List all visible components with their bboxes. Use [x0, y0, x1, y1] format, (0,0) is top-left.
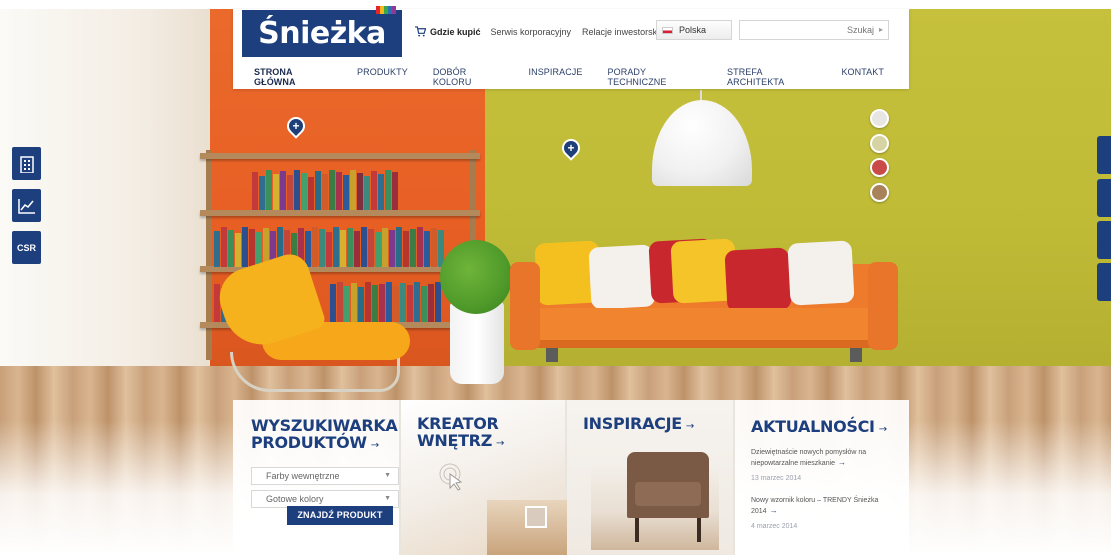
books-row: [214, 225, 444, 267]
sofa-arm: [868, 262, 898, 350]
white-wall: [0, 0, 210, 372]
search-input[interactable]: [739, 20, 889, 40]
product-search-tile: WYSZUKIWARKA PRODUKTÓW → Farby wewnętrzne…: [233, 400, 401, 555]
armchair-photo: [627, 452, 709, 518]
news-item-date: 13 marzec 2014: [751, 475, 802, 482]
where-to-buy-link[interactable]: Gdzie kupić: [415, 26, 481, 37]
arrow-right-icon: →: [878, 424, 887, 435]
product-search-title[interactable]: WYSZUKIWARKA PRODUKTÓW →: [251, 417, 399, 454]
interior-creator-tile[interactable]: KREATOR WNĘTRZ →: [401, 400, 567, 555]
color-swatch[interactable]: [870, 134, 889, 153]
youtube-icon[interactable]: [1097, 179, 1111, 217]
news-item-date: 4 marzec 2014: [751, 523, 798, 530]
color-swatch[interactable]: [870, 109, 889, 128]
where-to-buy-label: Gdzie kupić: [430, 26, 481, 37]
catalog-icon[interactable]: [1097, 263, 1111, 301]
news-item-text: Dziewiętnaście nowych pomysłów na niepow…: [751, 449, 867, 467]
pinterest-icon[interactable]: [1097, 221, 1111, 259]
logo-text: Śnieżka: [258, 16, 386, 51]
color-swatch[interactable]: [870, 183, 889, 202]
click-hand-icon: [439, 463, 463, 491]
sofa-leg: [546, 348, 558, 362]
main-nav: STRONA GŁÓWNA PRODUKTY DOBÓR KOLORU INSP…: [254, 67, 909, 87]
feature-tiles: WYSZUKIWARKA PRODUKTÓW → Farby wewnętrzne…: [233, 400, 909, 555]
plant-pot: [450, 302, 504, 384]
arrow-right-icon: →: [685, 421, 694, 432]
chevron-down-icon: ▼: [384, 472, 391, 479]
pillow: [588, 244, 656, 310]
corporate-service-link[interactable]: Serwis korporacyjny: [491, 27, 572, 37]
nav-item-products[interactable]: PRODUKTY: [357, 67, 408, 87]
product-type-select[interactable]: Farby wewnętrzne ▼: [251, 467, 399, 485]
poland-flag-icon: [662, 26, 673, 34]
top-strip: [0, 0, 1111, 9]
interior-creator-title: KREATOR WNĘTRZ →: [417, 414, 505, 450]
arrow-right-icon: →: [838, 458, 847, 467]
plant: [440, 240, 512, 314]
investor-relations-link[interactable]: Relacje inwestorskie: [582, 27, 664, 37]
chevron-down-icon: ▼: [384, 495, 391, 502]
sofa-leg: [850, 348, 862, 362]
site-header: Śnieżka Gdzie kupić Serwis korporacyjny …: [233, 6, 909, 89]
find-product-button[interactable]: ZNAJDŹ PRODUKT: [287, 506, 393, 525]
pillow: [724, 247, 792, 313]
nav-item-color-selection[interactable]: DOBÓR KOLORU: [433, 67, 504, 87]
news-title[interactable]: AKTUALNOŚCI →: [751, 418, 909, 438]
snieżka-logo[interactable]: Śnieżka: [242, 6, 402, 57]
books-row: [252, 168, 398, 210]
shelf-board: [200, 210, 480, 216]
shelf-post: [206, 150, 212, 360]
news-tile: AKTUALNOŚCI → Dziewiętnaście nowych pomys…: [735, 400, 909, 555]
nav-item-inspirations[interactable]: INSPIRACJE: [529, 67, 583, 87]
nav-item-technical-advice[interactable]: PORADY TECHNICZNE: [608, 67, 702, 87]
shelf-board: [200, 153, 480, 159]
search-arrow-icon[interactable]: ▸: [879, 25, 883, 34]
nav-item-contact[interactable]: KONTAKT: [841, 67, 884, 87]
language-label: Polska: [679, 25, 707, 35]
chair-leg: [697, 518, 701, 542]
chair-leg: [635, 518, 639, 542]
inspirations-title: INSPIRACJE →: [583, 414, 694, 433]
language-select[interactable]: Polska: [656, 20, 732, 40]
arrow-right-icon: →: [370, 440, 379, 451]
inspirations-tile[interactable]: INSPIRACJE →: [567, 400, 735, 555]
top-links: Gdzie kupić Serwis korporacyjny Relacje …: [415, 26, 675, 37]
nav-item-architect-zone[interactable]: STREFA ARCHITEKTA: [727, 67, 816, 87]
cart-icon: [415, 26, 426, 37]
nav-item-home[interactable]: STRONA GŁÓWNA: [254, 67, 332, 87]
news-item[interactable]: Nowy wzornik koloru – TRENDY Śnieżka 201…: [751, 496, 881, 532]
sofa-seat: [515, 308, 893, 348]
news-item[interactable]: Dziewiętnaście nowych pomysłów na niepow…: [751, 448, 881, 484]
arrow-right-icon: →: [496, 438, 505, 449]
building-icon[interactable]: [12, 147, 41, 180]
chart-icon[interactable]: [12, 189, 41, 222]
sofa-arm: [510, 262, 540, 350]
arrow-right-icon: →: [769, 506, 778, 515]
pillow: [787, 240, 855, 306]
books-row: [330, 280, 441, 322]
color-swatch[interactable]: [870, 158, 889, 177]
color-chip: [525, 506, 547, 528]
logo-stripes: [376, 6, 396, 14]
facebook-icon[interactable]: [1097, 136, 1111, 174]
csr-link[interactable]: CSR: [12, 231, 41, 264]
